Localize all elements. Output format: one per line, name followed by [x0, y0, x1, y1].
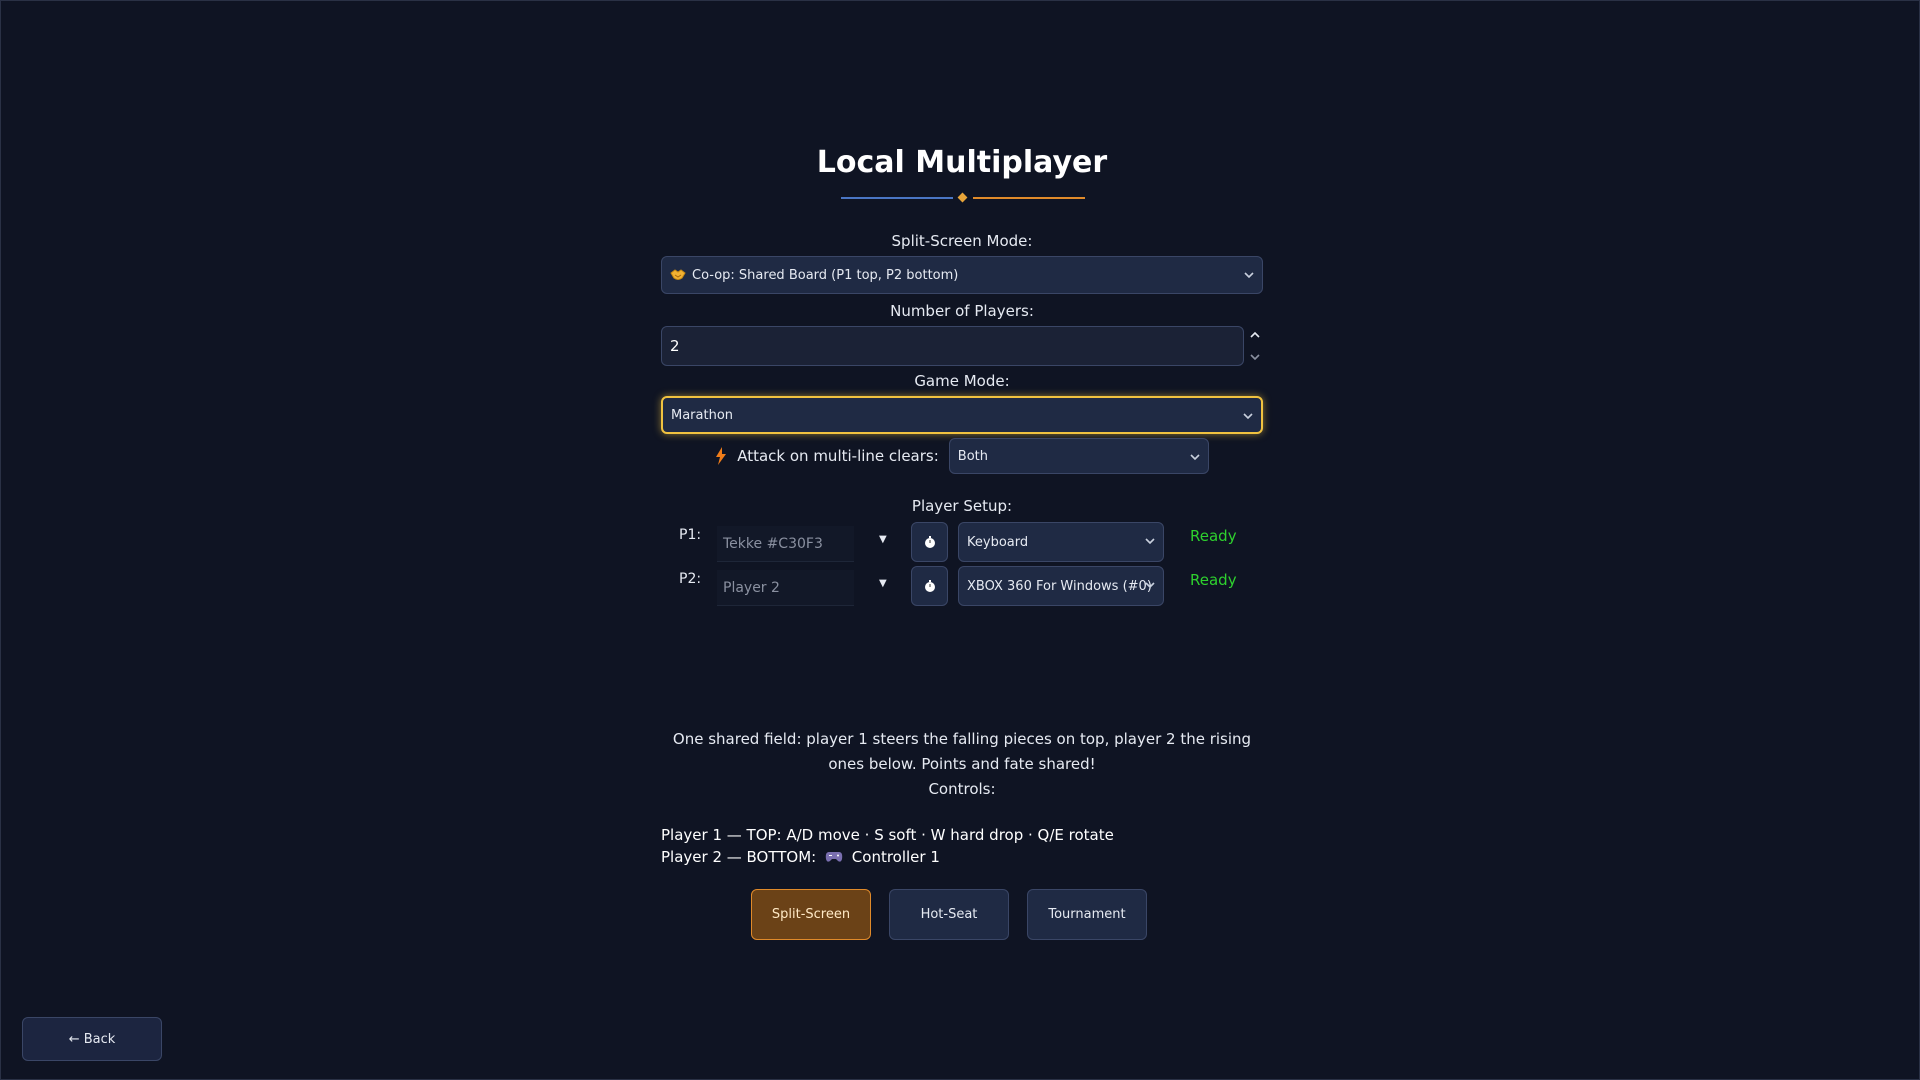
controls-p2: Player 2 — BOTTOM: Controller 1	[661, 846, 1114, 868]
local-multiplayer-panel: Local Multiplayer Split-Screen Mode: Co-…	[661, 141, 1263, 610]
title-divider	[661, 191, 1263, 205]
attack-value: Both	[957, 448, 988, 464]
split-screen-mode-label: Split-Screen Mode:	[891, 232, 1033, 250]
chevron-down-icon	[1190, 454, 1200, 461]
page-title: Local Multiplayer	[816, 145, 1108, 180]
chevron-down-icon	[1244, 272, 1254, 279]
caret-down-icon[interactable]: ▼	[879, 534, 887, 545]
controls-p2-suffix: Controller 1	[851, 848, 940, 866]
mode-description: One shared field: player 1 steers the fa…	[661, 727, 1263, 802]
divider-line-left	[841, 197, 953, 199]
number-of-players-input[interactable]: 2	[661, 326, 1244, 366]
player-row-p1: P1: Tekke #C30F3 ▼ Keyboard Ready	[661, 522, 1263, 566]
divider-line-right	[973, 197, 1085, 199]
stopwatch-button[interactable]	[911, 522, 948, 562]
number-of-players-value: 2	[670, 337, 680, 355]
attack-row: Attack on multi-line clears: Both	[661, 438, 1263, 474]
player-name-placeholder: Tekke #C30F3	[723, 535, 823, 552]
controls-heading: Controls:	[928, 780, 996, 798]
player-label: P2:	[679, 571, 702, 587]
player-setup-label: Player Setup:	[911, 497, 1013, 515]
stopwatch-icon	[924, 580, 935, 592]
caret-down-icon[interactable]: ▼	[879, 578, 887, 589]
description-text: One shared field: player 1 steers the fa…	[672, 730, 1252, 773]
split-screen-button[interactable]: Split-Screen	[751, 889, 871, 940]
ready-status: Ready	[1190, 527, 1237, 545]
chevron-down-icon	[1145, 582, 1155, 589]
game-mode-label: Game Mode:	[914, 372, 1010, 390]
hot-seat-button[interactable]: Hot-Seat	[889, 889, 1009, 940]
handshake-icon	[670, 269, 686, 280]
number-stepper[interactable]	[1247, 328, 1263, 364]
divider-diamond-icon	[957, 192, 968, 203]
attack-select[interactable]: Both	[948, 438, 1209, 474]
gamepad-icon	[825, 852, 843, 862]
controller-value: XBOX 360 For Windows (#0)	[967, 578, 1152, 594]
mode-buttons: Split-Screen Hot-Seat Tournament	[751, 889, 1147, 940]
controller-value: Keyboard	[967, 534, 1029, 550]
chevron-down-icon	[1145, 538, 1155, 545]
controller-select[interactable]: Keyboard	[958, 522, 1164, 562]
controls-p2-prefix: Player 2 — BOTTOM:	[661, 848, 817, 866]
split-screen-mode-select[interactable]: Co-op: Shared Board (P1 top, P2 bottom)	[661, 256, 1263, 294]
game-mode-value: Marathon	[671, 407, 734, 423]
lightning-icon	[716, 447, 727, 465]
ready-status: Ready	[1190, 571, 1237, 589]
stopwatch-icon	[924, 536, 935, 548]
tournament-button[interactable]: Tournament	[1027, 889, 1147, 940]
game-mode-select[interactable]: Marathon	[661, 396, 1263, 434]
player-name-placeholder: Player 2	[723, 579, 780, 596]
back-button[interactable]: ← Back	[22, 1017, 162, 1061]
player-row-p2: P2: Player 2 ▼ XBOX 360 For Windows (#0)…	[661, 566, 1263, 610]
player-name-input[interactable]: Player 2	[717, 570, 854, 606]
stopwatch-button[interactable]	[911, 566, 948, 606]
chevron-down-icon	[1243, 413, 1253, 420]
player-name-input[interactable]: Tekke #C30F3	[717, 526, 854, 562]
controls-p1: Player 1 — TOP: A/D move · S soft · W ha…	[661, 826, 1114, 844]
number-of-players-label: Number of Players:	[890, 302, 1034, 320]
attack-label: Attack on multi-line clears:	[737, 447, 939, 465]
controls-list: Player 1 — TOP: A/D move · S soft · W ha…	[661, 824, 1114, 868]
controller-select[interactable]: XBOX 360 For Windows (#0)	[958, 566, 1164, 606]
player-label: P1:	[679, 527, 702, 543]
split-screen-mode-value: Co-op: Shared Board (P1 top, P2 bottom)	[692, 267, 959, 283]
